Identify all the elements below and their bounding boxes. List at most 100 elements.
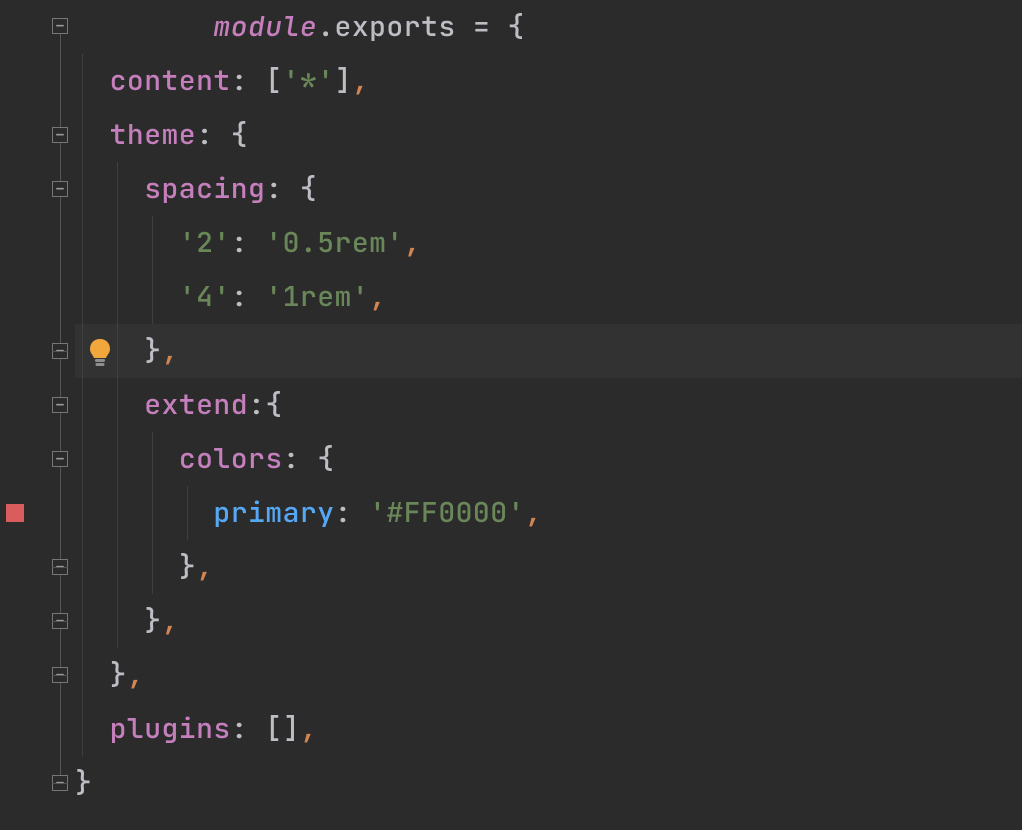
- token-keyword: module: [213, 8, 317, 45]
- token-property: primary: [213, 494, 334, 531]
- token-operator: =: [456, 8, 508, 45]
- token-comma: ,: [162, 332, 179, 369]
- token-colon: :: [231, 224, 266, 261]
- token-brace: }: [75, 764, 92, 801]
- token-comma: ,: [525, 494, 542, 531]
- token-brace: {: [265, 386, 282, 423]
- code-line[interactable]: },: [75, 324, 1022, 378]
- fold-minus-icon: −: [56, 398, 64, 412]
- fold-end-line: [52, 567, 68, 568]
- token-dot: .: [317, 8, 334, 45]
- token-brace: {: [300, 170, 317, 207]
- code-line[interactable]: extend:{: [75, 378, 1022, 432]
- code-line[interactable]: },: [75, 648, 1022, 702]
- breakpoint-marker[interactable]: [6, 504, 24, 522]
- fold-minus-icon: −: [56, 452, 64, 466]
- token-string: '*': [283, 62, 335, 99]
- token-bracket: ]: [335, 62, 352, 99]
- code-line[interactable]: module.exports = {: [75, 0, 1022, 54]
- gutter-row: −: [0, 108, 75, 162]
- code-line[interactable]: spacing: {: [75, 162, 1022, 216]
- fold-end-line: [52, 621, 68, 622]
- code-content[interactable]: module.exports = { content: ['*'], theme…: [75, 0, 1022, 830]
- token-property: spacing: [144, 170, 265, 207]
- code-line[interactable]: '4': '1rem',: [75, 270, 1022, 324]
- gutter-row: −: [0, 0, 75, 54]
- code-line[interactable]: '2': '0.5rem',: [75, 216, 1022, 270]
- token-colon: :: [231, 710, 266, 747]
- fold-minus-icon: −: [56, 182, 64, 196]
- token-comma: ,: [369, 278, 386, 315]
- token-comma: ,: [300, 710, 317, 747]
- fold-guide: [60, 216, 61, 270]
- fold-guide: [60, 702, 61, 756]
- gutter-row: −: [0, 540, 75, 594]
- token-colon: :: [231, 278, 266, 315]
- token-property: theme: [110, 116, 197, 153]
- token-string: '2': [179, 224, 231, 261]
- gutter-row: −: [0, 162, 75, 216]
- gutter-row: [0, 54, 75, 108]
- fold-toggle[interactable]: −: [52, 397, 68, 413]
- gutter-row: −: [0, 324, 75, 378]
- fold-guide: [60, 486, 61, 540]
- token-colon: :: [283, 440, 318, 477]
- lightbulb-icon[interactable]: [87, 338, 113, 373]
- gutter-row: [0, 270, 75, 324]
- editor-gutter[interactable]: − − − −: [0, 0, 75, 830]
- token-comma: ,: [162, 602, 179, 639]
- token-colon: :: [231, 62, 266, 99]
- token-identifier: exports: [335, 8, 456, 45]
- token-brace: {: [508, 8, 525, 45]
- gutter-row: −: [0, 378, 75, 432]
- fold-guide: [60, 270, 61, 324]
- fold-minus-icon: −: [56, 128, 64, 142]
- fold-toggle[interactable]: −: [52, 18, 68, 34]
- token-string: '4': [179, 278, 231, 315]
- token-brace: }: [110, 656, 127, 693]
- code-line[interactable]: },: [75, 594, 1022, 648]
- fold-end-line: [52, 783, 68, 784]
- code-editor[interactable]: − − − −: [0, 0, 1022, 830]
- token-bracket: [: [265, 62, 282, 99]
- fold-toggle[interactable]: −: [52, 181, 68, 197]
- token-colon: :: [335, 494, 370, 531]
- fold-minus-icon: −: [56, 19, 64, 33]
- token-bracket: ]: [283, 710, 300, 747]
- token-comma: ,: [352, 62, 369, 99]
- token-property: extend: [144, 386, 248, 423]
- gutter-row: [0, 216, 75, 270]
- code-line[interactable]: plugins: [],: [75, 702, 1022, 756]
- token-brace: }: [179, 548, 196, 585]
- token-brace: }: [144, 602, 161, 639]
- fold-toggle[interactable]: −: [52, 127, 68, 143]
- fold-toggle[interactable]: −: [52, 451, 68, 467]
- token-string: '#FF0000': [369, 494, 525, 531]
- code-line[interactable]: content: ['*'],: [75, 54, 1022, 108]
- fold-guide: [60, 54, 61, 108]
- token-colon: :: [265, 170, 300, 207]
- token-property: colors: [179, 440, 283, 477]
- code-line[interactable]: },: [75, 540, 1022, 594]
- code-line[interactable]: primary: '#FF0000',: [75, 486, 1022, 540]
- token-bracket: [: [265, 710, 282, 747]
- token-brace: }: [144, 332, 161, 369]
- code-line[interactable]: theme: {: [75, 108, 1022, 162]
- code-line[interactable]: colors: {: [75, 432, 1022, 486]
- gutter-row: [0, 702, 75, 756]
- fold-end-line: [52, 351, 68, 352]
- token-comma: ,: [127, 656, 144, 693]
- gutter-row: −: [0, 594, 75, 648]
- gutter-row: −: [0, 756, 75, 810]
- gutter-row: −: [0, 648, 75, 702]
- token-string: '0.5rem': [265, 224, 403, 261]
- token-comma: ,: [196, 548, 213, 585]
- token-string: '1rem': [265, 278, 369, 315]
- token-colon: :: [248, 386, 265, 423]
- gutter-row: −: [0, 432, 75, 486]
- fold-end-line: [52, 675, 68, 676]
- token-property: plugins: [110, 710, 231, 747]
- token-colon: :: [196, 116, 231, 153]
- code-line[interactable]: }: [75, 756, 1022, 810]
- gutter-row: [0, 486, 75, 540]
